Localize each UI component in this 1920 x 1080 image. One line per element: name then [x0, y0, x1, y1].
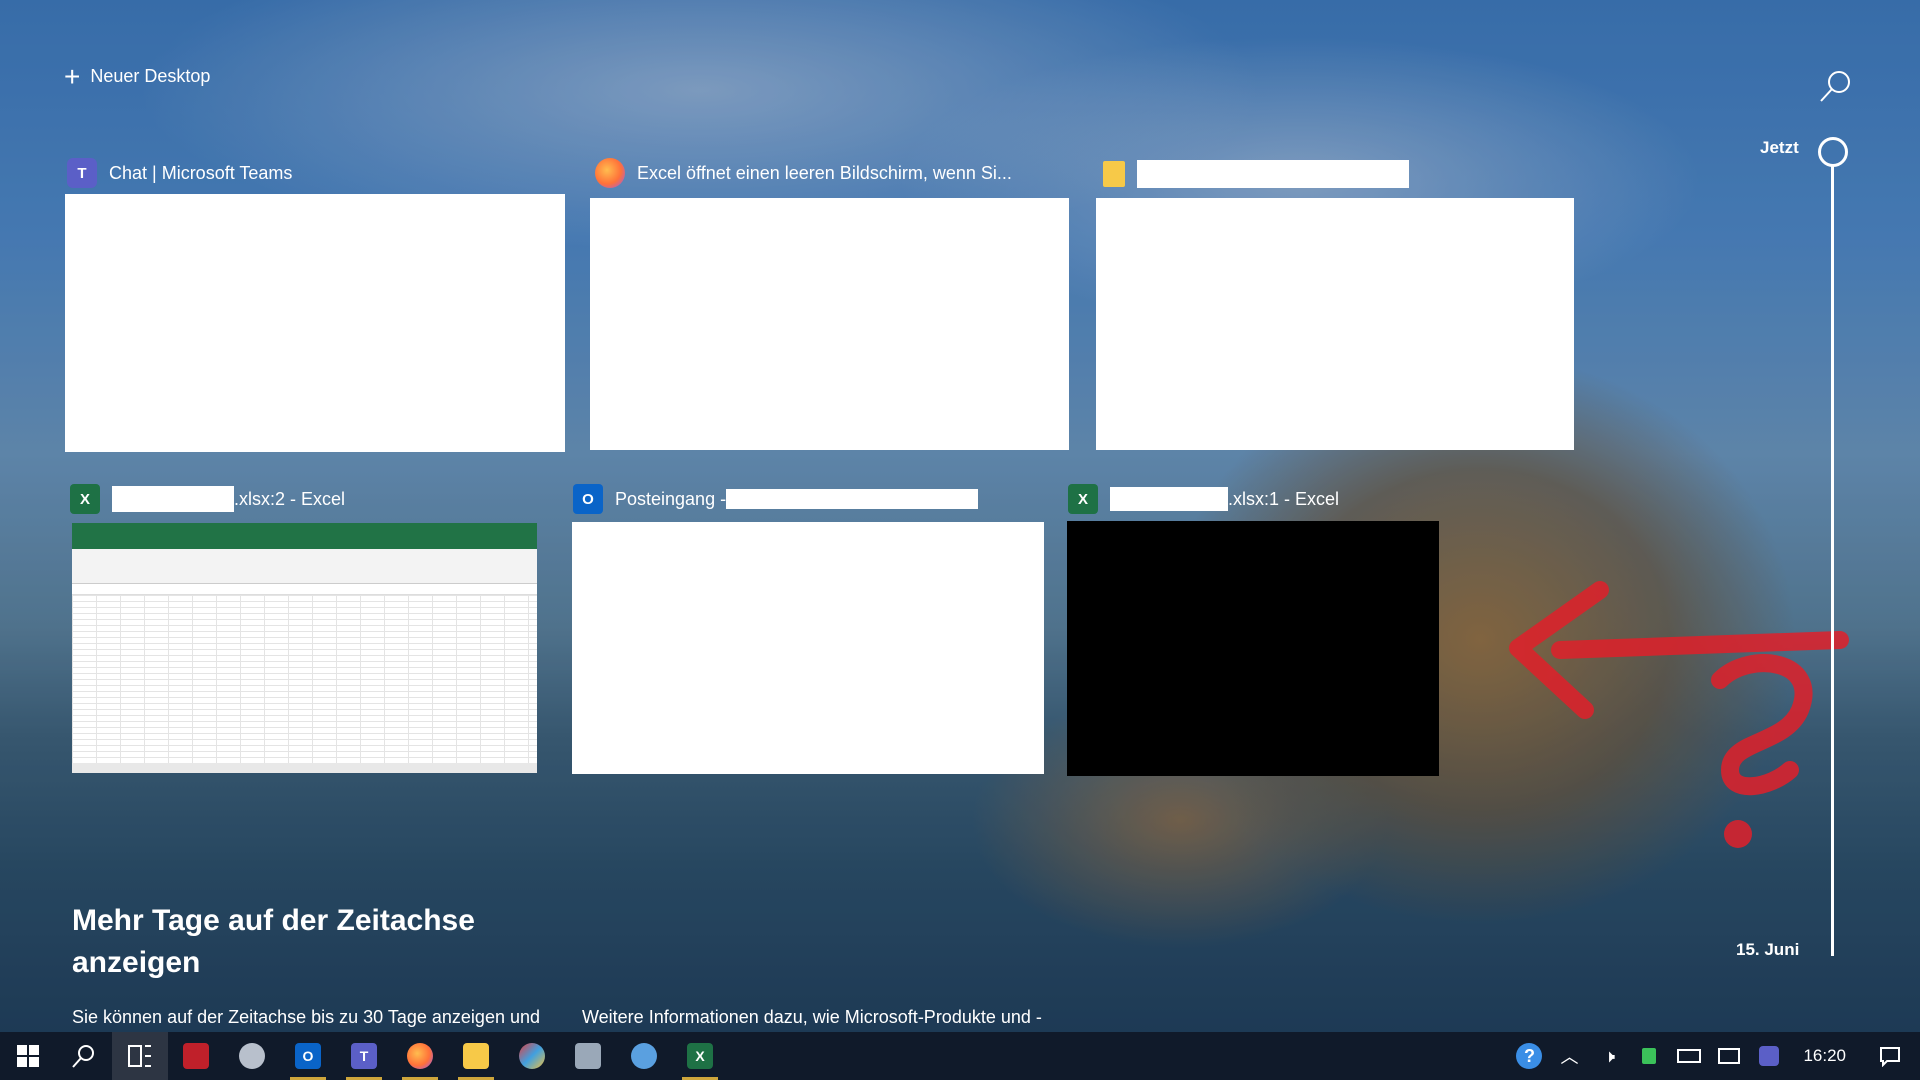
network-icon[interactable] — [1709, 1032, 1749, 1080]
shield-icon — [239, 1043, 265, 1069]
search-icon — [72, 1045, 94, 1068]
outlook-icon: O — [573, 484, 603, 514]
new-desktop-button[interactable]: + Neuer Desktop — [64, 60, 211, 92]
search-button[interactable] — [56, 1032, 112, 1080]
window-thumbnail[interactable] — [572, 522, 1044, 774]
app-red-icon — [183, 1043, 209, 1069]
task-view-button[interactable] — [112, 1032, 168, 1080]
window-thumbnail[interactable] — [1096, 198, 1574, 450]
redacted-account — [726, 489, 979, 509]
redacted-filename — [1110, 487, 1228, 511]
taskbar-app-shield[interactable] — [224, 1032, 280, 1080]
notification-center-icon[interactable] — [1860, 1032, 1920, 1080]
network-app-icon — [575, 1043, 601, 1069]
battery-icon[interactable] — [1669, 1032, 1709, 1080]
taskbar-app-remote[interactable] — [616, 1032, 672, 1080]
excel-titlebar — [72, 523, 537, 539]
window-title: Excel öffnet einen leeren Bildschirm, we… — [637, 162, 1012, 183]
outlook-icon: O — [295, 1043, 321, 1069]
help-icon[interactable]: ? — [1509, 1032, 1549, 1080]
teams-tray-icon[interactable] — [1749, 1032, 1789, 1080]
folder-icon — [1103, 161, 1125, 187]
excel-ribbon — [72, 549, 537, 584]
taskbar-outlook[interactable]: O — [280, 1032, 336, 1080]
excel-icon: X — [1068, 484, 1098, 514]
volume-icon[interactable]: 🕨 — [1589, 1032, 1629, 1080]
windows-logo-icon — [17, 1045, 39, 1067]
excel-icon: X — [687, 1043, 713, 1069]
excel-preview-thumbnail[interactable] — [72, 523, 537, 773]
window-thumbnail[interactable] — [590, 198, 1069, 450]
excel-grid — [72, 595, 537, 773]
plus-icon: + — [64, 60, 81, 92]
timeline-now-label: Jetzt — [1760, 138, 1799, 157]
firefox-icon — [595, 158, 625, 188]
excel-ribbon-tabs — [72, 539, 537, 549]
chevron-up-icon[interactable]: ︿ — [1549, 1032, 1589, 1080]
privacy-info-link[interactable]: Weitere Informationen dazu, wie Microsof… — [582, 1007, 1042, 1028]
taskbar-teams[interactable]: T — [336, 1032, 392, 1080]
redacted-title — [1137, 160, 1409, 188]
system-tray: ? ︿ 🕨 16:20 — [1509, 1032, 1920, 1080]
taskview-overlay — [0, 0, 1920, 1032]
window-title: Chat | Microsoft Teams — [109, 162, 293, 183]
task-view-icon — [128, 1045, 151, 1067]
timeline-handle[interactable] — [1818, 137, 1848, 167]
taskbar-paint[interactable] — [504, 1032, 560, 1080]
taskbar: O T X ? ︿ 🕨 16:20 — [0, 1032, 1920, 1080]
timeline-scrollbar[interactable] — [1831, 164, 1834, 956]
teams-icon: T — [67, 158, 97, 188]
taskbar-app-network[interactable] — [560, 1032, 616, 1080]
timeline-date-label: 15. Juni — [1736, 940, 1800, 959]
window-title: Posteingang - — [615, 488, 727, 509]
excel-formula-bar — [72, 584, 537, 595]
teams-icon: T — [351, 1043, 377, 1069]
window-title: .xlsx:2 - Excel — [234, 488, 346, 509]
redacted-filename — [112, 486, 234, 512]
window-title: .xlsx:1 - Excel — [1228, 488, 1340, 509]
palette-icon — [519, 1043, 545, 1069]
window-thumbnail[interactable] — [65, 194, 565, 452]
clock[interactable]: 16:20 — [1789, 1032, 1860, 1080]
timeline-promo-text: Sie können auf der Zeitachse bis zu 30 T… — [72, 1007, 540, 1027]
search-icon[interactable] — [1816, 68, 1856, 108]
folder-icon — [463, 1043, 489, 1069]
annotation-arrow-question-icon — [1509, 581, 1849, 848]
timeline-promo-title: Mehr Tage auf der Zeitachse anzeigen — [72, 904, 475, 979]
taskbar-excel[interactable]: X — [672, 1032, 728, 1080]
remote-app-icon — [631, 1043, 657, 1069]
firefox-icon — [407, 1043, 433, 1069]
start-button[interactable] — [0, 1032, 56, 1080]
lock-icon[interactable] — [1629, 1032, 1669, 1080]
taskbar-app-red[interactable] — [168, 1032, 224, 1080]
excel-icon: X — [70, 484, 100, 514]
taskbar-explorer[interactable] — [448, 1032, 504, 1080]
taskbar-firefox[interactable] — [392, 1032, 448, 1080]
window-thumbnail-black[interactable] — [1067, 521, 1439, 776]
new-desktop-label: Neuer Desktop — [90, 66, 211, 86]
excel-sheet-tabs — [72, 763, 537, 773]
